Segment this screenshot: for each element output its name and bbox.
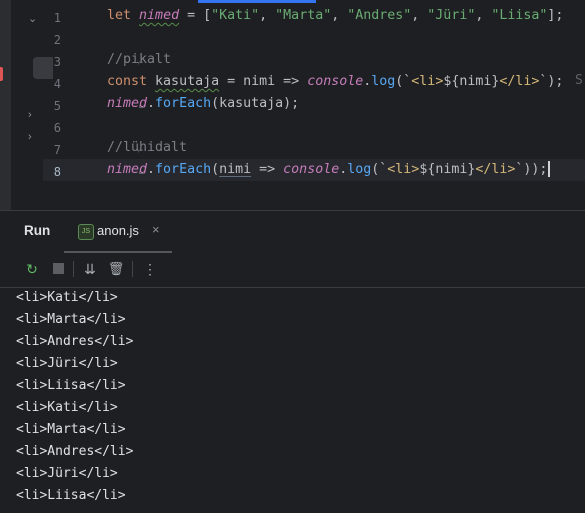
code-line-5: nimed.forEach(kasutaja); xyxy=(107,96,300,111)
line-number-current: 8 xyxy=(53,165,61,179)
run-toolwindow: Run JS anon.js × ↻ ⇊ 🗑 ⋮ <li>Kati</li> <… xyxy=(0,210,585,513)
error-marker xyxy=(0,67,3,81)
run-tab-anon-js[interactable]: JS anon.js × xyxy=(64,211,172,253)
line-gutter: 1 2 3 4 5 6 7 8 ⌐ ⌙ ⌐ ⌙ xyxy=(43,0,146,210)
stop-icon[interactable] xyxy=(48,259,68,279)
toolbar-separator xyxy=(132,261,133,277)
line-number: 2 xyxy=(53,33,61,47)
line-number: 4 xyxy=(53,77,61,91)
line-number: 3 xyxy=(53,55,61,69)
overflow-hint: S xyxy=(575,73,583,88)
run-title: Run xyxy=(24,223,51,238)
code-line-4: const kasutaja = nimi => console.log(`<l… xyxy=(107,74,564,89)
chevron-down-icon[interactable]: ⌄ xyxy=(28,12,37,25)
console-output[interactable]: <li>Kati</li> <li>Marta</li> <li>Andres<… xyxy=(0,288,585,513)
close-icon[interactable]: × xyxy=(152,222,160,237)
console-line: <li>Marta</li> xyxy=(16,422,126,437)
rerun-icon[interactable]: ↻ xyxy=(22,259,42,279)
scroll-to-end-icon[interactable]: ⇊ xyxy=(80,259,100,279)
chevron-right-icon[interactable]: › xyxy=(28,109,32,121)
code-line-1: let nimed = ["Kati", "Marta", "Andres", … xyxy=(107,8,564,23)
console-line: <li>Liisa</li> xyxy=(16,378,126,393)
more-options-icon[interactable]: ⋮ xyxy=(140,259,160,279)
console-line: <li>Jüri</li> xyxy=(16,356,118,371)
console-line: <li>Marta</li> xyxy=(16,312,126,327)
console-line: <li>Liisa</li> xyxy=(16,488,126,503)
structure-column: ⌄ › › xyxy=(11,0,53,210)
js-file-icon: JS xyxy=(78,224,94,240)
console-line: <li>Andres</li> xyxy=(16,334,134,349)
text-cursor xyxy=(548,161,551,177)
console-line: <li>Kati</li> xyxy=(16,400,118,415)
code-area[interactable]: let nimed = ["Kati", "Marta", "Andres", … xyxy=(105,0,585,210)
line-number: 7 xyxy=(53,143,61,157)
code-line-7: //lühidalt xyxy=(107,140,188,155)
run-header: Run JS anon.js × xyxy=(0,211,585,253)
code-line-8: nimed.forEach(nimi => console.log(`<li>$… xyxy=(107,159,551,181)
line-number: 6 xyxy=(53,121,61,135)
line-number: 5 xyxy=(53,99,61,113)
left-toolwindow-strip xyxy=(0,0,11,210)
trash-icon[interactable]: 🗑 xyxy=(106,259,126,279)
run-toolbar: ↻ ⇊ 🗑 ⋮ xyxy=(0,251,585,288)
code-line-3: //pikalt xyxy=(107,52,172,67)
run-tab-label: anon.js xyxy=(97,223,139,238)
toolbar-separator xyxy=(73,261,74,277)
chevron-right-icon[interactable]: › xyxy=(28,131,32,143)
console-line: <li>Jüri</li> xyxy=(16,466,118,481)
console-line: <li>Kati</li> xyxy=(16,290,118,305)
console-line: <li>Andres</li> xyxy=(16,444,134,459)
code-editor[interactable]: ⌄ › › 1 2 3 4 5 6 7 8 ⌐ ⌙ ⌐ ⌙ let nimed … xyxy=(0,0,585,210)
line-number: 1 xyxy=(53,11,61,25)
